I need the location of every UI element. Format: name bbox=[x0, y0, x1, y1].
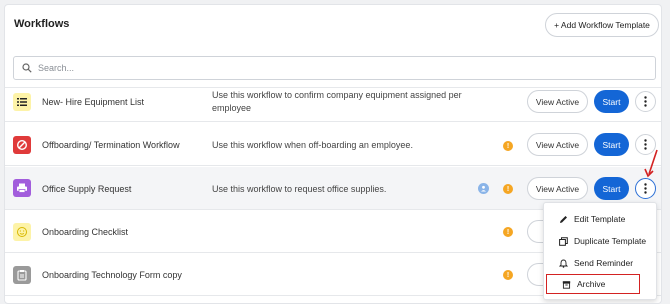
workflow-name[interactable]: New- Hire Equipment List bbox=[42, 97, 144, 107]
menu-item-archive[interactable]: Archive bbox=[546, 274, 640, 294]
search-input[interactable] bbox=[38, 63, 638, 73]
workflow-name[interactable]: Offboarding/ Termination Workflow bbox=[42, 140, 180, 150]
kebab-icon bbox=[644, 183, 647, 194]
page-title: Workflows bbox=[14, 18, 70, 30]
workflow-name[interactable]: Office Supply Request bbox=[42, 184, 131, 194]
archive-icon bbox=[562, 280, 571, 289]
kebab-icon bbox=[644, 96, 647, 107]
more-options-button[interactable] bbox=[635, 91, 656, 112]
menu-item-label: Edit Template bbox=[574, 214, 626, 224]
view-active-button[interactable]: View Active bbox=[527, 133, 588, 156]
duplicate-icon bbox=[559, 236, 568, 246]
more-options-button[interactable] bbox=[635, 178, 656, 199]
list-icon bbox=[13, 93, 31, 111]
menu-item-label: Send Reminder bbox=[574, 258, 634, 268]
bell-icon bbox=[559, 259, 568, 268]
workflow-name[interactable]: Onboarding Technology Form copy bbox=[42, 270, 182, 280]
smiley-icon bbox=[13, 223, 31, 241]
search-icon bbox=[22, 63, 32, 73]
workflow-description: Use this workflow to request office supp… bbox=[212, 184, 387, 194]
pencil-icon bbox=[560, 215, 567, 223]
workflow-description: Use this workflow to confirm company equ… bbox=[212, 90, 462, 113]
start-button[interactable]: Start bbox=[594, 90, 629, 113]
menu-item-label: Archive bbox=[577, 279, 606, 289]
table-row: Offboarding/ Termination Workflow Use th… bbox=[5, 123, 661, 166]
menu-item-edit-template[interactable]: Edit Template bbox=[544, 209, 656, 229]
view-active-button[interactable]: View Active bbox=[527, 177, 588, 200]
start-button[interactable]: Start bbox=[594, 133, 629, 156]
menu-item-send-reminder[interactable]: Send Reminder bbox=[544, 253, 656, 273]
clipboard-icon bbox=[13, 266, 31, 284]
view-active-button[interactable]: View Active bbox=[527, 90, 588, 113]
add-workflow-template-button[interactable]: + Add Workflow Template bbox=[545, 13, 659, 37]
workflow-name[interactable]: Onboarding Checklist bbox=[42, 227, 128, 237]
assignee-icon bbox=[478, 183, 489, 194]
warning-icon: ! bbox=[503, 227, 513, 237]
start-button[interactable]: Start bbox=[594, 177, 629, 200]
workflows-panel: Workflows + Add Workflow Template New- H… bbox=[4, 4, 662, 304]
workflow-description: Use this workflow when off-boarding an e… bbox=[212, 140, 413, 150]
prohibited-icon bbox=[13, 136, 31, 154]
search-bar[interactable] bbox=[13, 56, 656, 80]
menu-item-duplicate-template[interactable]: Duplicate Template bbox=[544, 231, 656, 251]
warning-icon: ! bbox=[503, 270, 513, 280]
warning-icon: ! bbox=[503, 141, 513, 151]
table-row: New- Hire Equipment List Use this workfl… bbox=[5, 88, 661, 122]
annotation-arrow-icon bbox=[644, 149, 658, 178]
options-menu: Edit Template Duplicate Template Send Re… bbox=[543, 202, 657, 300]
menu-item-label: Duplicate Template bbox=[574, 236, 647, 246]
warning-icon: ! bbox=[503, 184, 513, 194]
printer-icon bbox=[13, 179, 31, 197]
